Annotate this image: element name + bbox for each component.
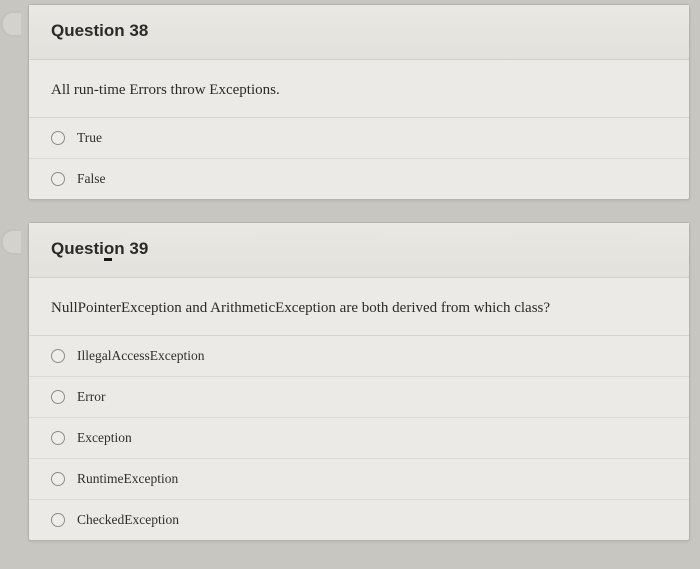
option-row[interactable]: True [29, 118, 689, 158]
question-card-38: Question 38 All run-time Errors throw Ex… [28, 4, 690, 200]
option-label: Error [77, 389, 105, 405]
option-row[interactable]: IllegalAccessException [29, 336, 689, 376]
option-row[interactable]: Exception [29, 417, 689, 458]
radio-icon[interactable] [51, 431, 65, 445]
question-prompt: NullPointerException and ArithmeticExcep… [51, 300, 667, 317]
radio-icon[interactable] [51, 513, 65, 527]
option-label: Exception [77, 430, 132, 446]
question-header: Question 38 [29, 5, 689, 60]
option-label: RuntimeException [77, 471, 178, 487]
radio-icon[interactable] [51, 172, 65, 186]
bookmark-icon[interactable] [1, 229, 21, 255]
question-options: IllegalAccessException Error Exception R… [29, 336, 689, 540]
radio-icon[interactable] [51, 472, 65, 486]
option-label: False [77, 171, 106, 187]
bookmark-icon[interactable] [1, 11, 21, 37]
question-prompt: All run-time Errors throw Exceptions. [51, 82, 667, 99]
option-row[interactable]: CheckedException [29, 499, 689, 540]
question-card-39: Question 39 NullPointerException and Ari… [28, 222, 690, 541]
question-body: All run-time Errors throw Exceptions. [29, 60, 689, 118]
option-row[interactable]: RuntimeException [29, 458, 689, 499]
option-label: True [77, 130, 102, 146]
question-title: Question 38 [51, 21, 667, 41]
option-row[interactable]: Error [29, 376, 689, 417]
question-title: Question 39 [51, 239, 667, 259]
radio-icon[interactable] [51, 349, 65, 363]
question-header: Question 39 [29, 223, 689, 278]
radio-icon[interactable] [51, 131, 65, 145]
option-row[interactable]: False [29, 158, 689, 199]
option-label: CheckedException [77, 512, 179, 528]
option-label: IllegalAccessException [77, 348, 204, 364]
radio-icon[interactable] [51, 390, 65, 404]
question-options: True False [29, 118, 689, 199]
question-body: NullPointerException and ArithmeticExcep… [29, 278, 689, 336]
